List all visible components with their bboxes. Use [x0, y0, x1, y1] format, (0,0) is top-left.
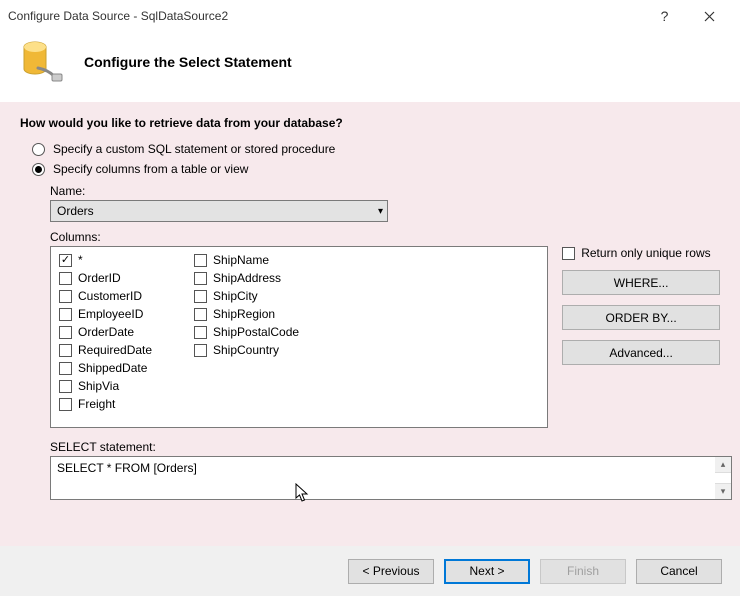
column-checkbox-shipname[interactable]: ShipName — [194, 253, 354, 267]
radio-specify-columns[interactable]: Specify columns from a table or view — [32, 162, 720, 176]
checkbox-icon — [59, 272, 72, 285]
column-checkbox-shipcountry[interactable]: ShipCountry — [194, 343, 354, 357]
checkbox-icon — [59, 380, 72, 393]
finish-button: Finish — [540, 559, 626, 584]
select-statement-text: SELECT * FROM [Orders] — [57, 461, 197, 475]
next-button[interactable]: Next > — [444, 559, 530, 584]
select-statement-box[interactable]: SELECT * FROM [Orders] ▴ ▾ — [50, 456, 732, 500]
column-label: ShipAddress — [213, 271, 281, 285]
scroll-up-button[interactable]: ▴ — [715, 457, 731, 473]
checkbox-icon — [59, 308, 72, 321]
checkbox-icon — [194, 272, 207, 285]
checkbox-icon — [194, 326, 207, 339]
where-button[interactable]: WHERE... — [562, 270, 720, 295]
column-checkbox-shipaddress[interactable]: ShipAddress — [194, 271, 354, 285]
question-label: How would you like to retrieve data from… — [20, 116, 720, 130]
side-controls: Return only unique rows WHERE... ORDER B… — [562, 246, 720, 365]
column-label: * — [78, 253, 83, 267]
cancel-button[interactable]: Cancel — [636, 559, 722, 584]
column-checkbox-[interactable]: * — [59, 253, 194, 267]
column-label: EmployeeID — [78, 307, 143, 321]
help-button[interactable]: ? — [642, 0, 687, 32]
checkbox-icon — [562, 247, 575, 260]
column-checkbox-shippostalcode[interactable]: ShipPostalCode — [194, 325, 354, 339]
column-label: CustomerID — [78, 289, 142, 303]
checkbox-icon — [59, 362, 72, 375]
advanced-button[interactable]: Advanced... — [562, 340, 720, 365]
column-checkbox-shipvia[interactable]: ShipVia — [59, 379, 194, 393]
column-label: RequiredDate — [78, 343, 152, 357]
checkbox-icon — [59, 290, 72, 303]
close-button[interactable] — [687, 0, 732, 32]
column-checkbox-customerid[interactable]: CustomerID — [59, 289, 194, 303]
wizard-title: Configure the Select Statement — [84, 54, 292, 70]
name-dropdown[interactable]: Orders ▾ — [50, 200, 388, 222]
checkbox-icon — [194, 344, 207, 357]
radio-label: Specify a custom SQL statement or stored… — [53, 142, 335, 156]
column-checkbox-shipcity[interactable]: ShipCity — [194, 289, 354, 303]
previous-button[interactable]: < Previous — [348, 559, 434, 584]
unique-rows-checkbox[interactable]: Return only unique rows — [562, 246, 720, 260]
radio-custom-sql[interactable]: Specify a custom SQL statement or stored… — [32, 142, 720, 156]
column-label: OrderDate — [78, 325, 134, 339]
orderby-button[interactable]: ORDER BY... — [562, 305, 720, 330]
column-label: OrderID — [78, 271, 121, 285]
checkbox-icon — [59, 326, 72, 339]
columns-label: Columns: — [50, 230, 720, 244]
column-label: ShipName — [213, 253, 269, 267]
checkbox-icon — [59, 398, 72, 411]
column-label: ShippedDate — [78, 361, 147, 375]
checkbox-label: Return only unique rows — [581, 246, 710, 260]
column-checkbox-requireddate[interactable]: RequiredDate — [59, 343, 194, 357]
close-icon — [704, 11, 715, 22]
column-checkbox-orderdate[interactable]: OrderDate — [59, 325, 194, 339]
column-label: ShipPostalCode — [213, 325, 299, 339]
radio-icon — [32, 143, 45, 156]
wizard-header: Configure the Select Statement — [0, 32, 740, 102]
wizard-footer: < Previous Next > Finish Cancel — [0, 546, 740, 596]
scroll-down-button[interactable]: ▾ — [715, 483, 731, 499]
database-icon — [20, 38, 66, 87]
column-checkbox-shipregion[interactable]: ShipRegion — [194, 307, 354, 321]
column-label: ShipVia — [78, 379, 119, 393]
column-label: Freight — [78, 397, 115, 411]
checkbox-icon — [194, 254, 207, 267]
window-title: Configure Data Source - SqlDataSource2 — [8, 9, 228, 23]
column-checkbox-employeeid[interactable]: EmployeeID — [59, 307, 194, 321]
chevron-down-icon: ▾ — [378, 206, 383, 217]
column-checkbox-orderid[interactable]: OrderID — [59, 271, 194, 285]
checkbox-icon — [194, 290, 207, 303]
column-label: ShipCity — [213, 289, 258, 303]
name-label: Name: — [50, 184, 720, 198]
radio-label: Specify columns from a table or view — [53, 162, 248, 176]
name-value: Orders — [57, 204, 94, 218]
select-statement-label: SELECT statement: — [50, 440, 720, 454]
column-label: ShipCountry — [213, 343, 279, 357]
checkbox-icon — [59, 344, 72, 357]
content-area: How would you like to retrieve data from… — [0, 102, 740, 504]
columns-listbox: * OrderID CustomerID EmployeeID OrderDate Req… — [50, 246, 548, 428]
column-checkbox-freight[interactable]: Freight — [59, 397, 194, 411]
column-checkbox-shippeddate[interactable]: ShippedDate — [59, 361, 194, 375]
title-bar: Configure Data Source - SqlDataSource2 ? — [0, 0, 740, 32]
column-label: ShipRegion — [213, 307, 275, 321]
checkbox-icon — [194, 308, 207, 321]
checkbox-icon — [59, 254, 72, 267]
radio-icon — [32, 163, 45, 176]
